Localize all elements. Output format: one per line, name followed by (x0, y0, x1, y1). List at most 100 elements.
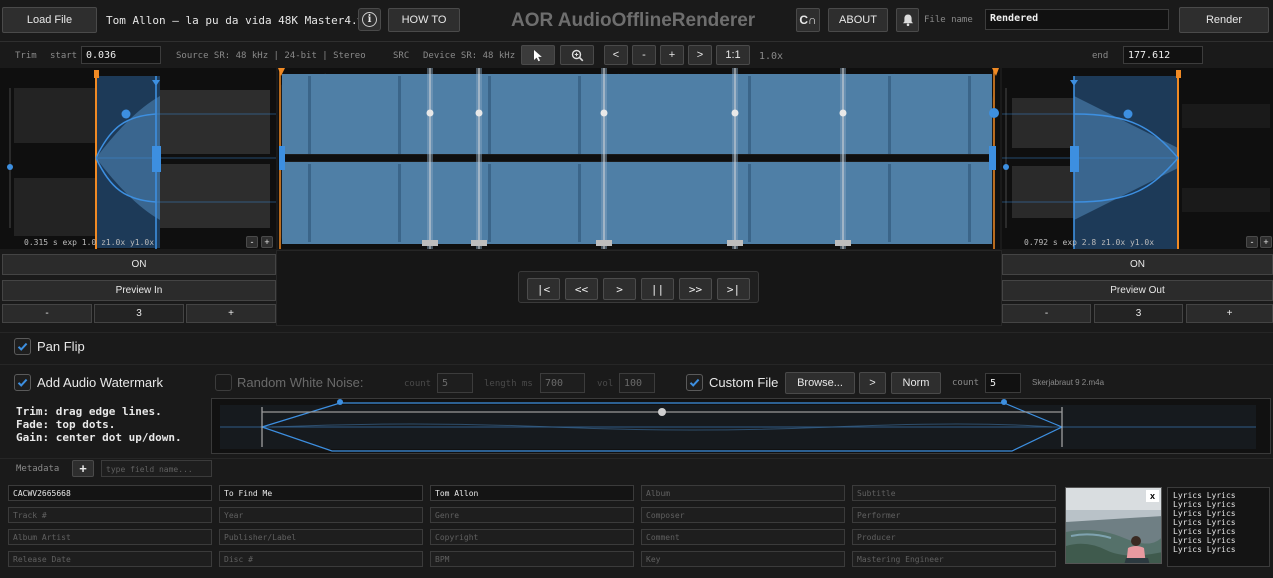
load-file-button[interactable]: Load File (2, 7, 97, 33)
skip-to-start-button[interactable]: |< (527, 278, 560, 300)
fade-out-count: 3 (1094, 304, 1183, 323)
metadata-field[interactable]: Year (219, 507, 423, 523)
fade-out-minus-button[interactable]: - (1246, 236, 1258, 248)
white-noise-checkbox[interactable] (215, 374, 232, 391)
browse-button[interactable]: Browse... (785, 372, 855, 394)
preview-in-button[interactable]: Preview In (2, 280, 276, 301)
pan-flip-checkbox[interactable] (14, 338, 31, 355)
file-title: Tom Allon – la pu da vida 48K Master4.wa… (106, 14, 378, 27)
scroll-left-button[interactable]: < (604, 45, 628, 65)
end-input[interactable]: 177.612 (1123, 46, 1203, 64)
fade-in-increment-button[interactable]: + (186, 304, 276, 323)
metadata-field[interactable]: CACWV2665668 (8, 485, 212, 501)
info-icon: i (362, 12, 377, 27)
render-button[interactable]: Render (1179, 7, 1269, 33)
metadata-field[interactable]: To Find Me (219, 485, 423, 501)
file-name-label: File name (924, 15, 973, 25)
watermark-envelope (220, 399, 1256, 452)
metadata-field[interactable]: Performer (852, 507, 1056, 523)
pause-button[interactable]: || (641, 278, 674, 300)
ratio-reset-button[interactable]: 1:1 (716, 45, 750, 65)
fade-in-count: 3 (94, 304, 184, 323)
play-watermark-button[interactable]: > (859, 372, 886, 394)
noise-vol-label: vol (597, 379, 614, 389)
metadata-field[interactable]: Publisher/Label (219, 529, 423, 545)
watermark-checkbox[interactable] (14, 374, 31, 391)
metadata-field[interactable]: Composer (641, 507, 845, 523)
play-button[interactable]: > (603, 278, 636, 300)
watermark-envelope-editor[interactable] (211, 398, 1271, 454)
custom-count-input[interactable]: 5 (985, 373, 1021, 393)
options-divider (0, 332, 1273, 333)
fade-in-plus-button[interactable]: + (261, 236, 273, 248)
magnifier-icon (571, 49, 583, 61)
fade-out-increment-button[interactable]: + (1186, 304, 1273, 323)
lyrics-line: Lyrics Lyrics (1173, 500, 1236, 509)
scroll-right-button[interactable]: > (688, 45, 712, 65)
metadata-field[interactable]: Copyright (430, 529, 634, 545)
fade-in-editor[interactable]: 0.315 s exp 1.0 z1.0x y1.0x - + (0, 68, 276, 249)
custom-file-checkbox[interactable] (686, 374, 703, 391)
main-waveform (278, 68, 1000, 249)
how-to-button[interactable]: HOW TO (388, 8, 460, 32)
notification-button[interactable] (896, 8, 919, 32)
fast-forward-button[interactable]: >> (679, 278, 712, 300)
metadata-field-name-input[interactable]: type field name... (101, 460, 212, 477)
fade-out-on-toggle[interactable]: ON (1002, 254, 1273, 275)
lyrics-line: Lyrics Lyrics (1173, 518, 1236, 527)
noise-vol-input[interactable]: 100 (619, 373, 655, 393)
metadata-field[interactable]: Album (641, 485, 845, 501)
zoom-tool-button[interactable] (560, 45, 594, 65)
custom-file-label: Custom File (709, 375, 779, 390)
about-button[interactable]: ABOUT (828, 8, 888, 32)
rewind-button[interactable]: << (565, 278, 598, 300)
metadata-field[interactable]: Producer (852, 529, 1056, 545)
metadata-field[interactable]: Genre (430, 507, 634, 523)
fade-out-decrement-button[interactable]: - (1002, 304, 1091, 323)
metadata-field[interactable]: Tom Allon (430, 485, 634, 501)
album-art[interactable]: x (1065, 487, 1162, 564)
preview-out-button[interactable]: Preview Out (1002, 280, 1273, 301)
metadata-divider (0, 458, 1273, 459)
metadata-field[interactable]: Subtitle (852, 485, 1056, 501)
add-metadata-button[interactable]: + (72, 460, 94, 477)
metadata-field[interactable]: Mastering Engineer (852, 551, 1056, 567)
metadata-field[interactable]: BPM (430, 551, 634, 567)
white-noise-label: Random White Noise: (237, 375, 364, 390)
metadata-field[interactable]: Album Artist (8, 529, 212, 545)
metadata-field[interactable]: Release Date (8, 551, 212, 567)
fade-in-minus-button[interactable]: - (246, 236, 258, 248)
main-waveform-editor[interactable] (278, 68, 1000, 249)
pointer-tool-button[interactable] (521, 45, 555, 65)
custom-count-label: count (952, 378, 980, 388)
source-sr-info: Source SR: 48 kHz | 24-bit | Stereo (176, 51, 366, 61)
file-name-input[interactable]: Rendered (985, 9, 1169, 30)
info-button[interactable]: i (358, 8, 381, 31)
metadata-field[interactable]: Comment (641, 529, 845, 545)
fade-out-plus-button[interactable]: + (1260, 236, 1272, 248)
metadata-field[interactable]: Key (641, 551, 845, 567)
skip-to-end-button[interactable]: >| (717, 278, 750, 300)
lyrics-field[interactable]: Lyrics Lyrics Lyrics Lyrics Lyrics Lyrics L… (1167, 487, 1270, 567)
noise-length-input[interactable]: 700 (540, 373, 585, 393)
zoom-in-button[interactable]: + (660, 45, 684, 65)
metadata-field[interactable]: Disc # (219, 551, 423, 567)
help-trim: Trim: drag edge lines. (16, 405, 162, 418)
fade-out-editor[interactable]: 0.792 s exp 2.8 z1.0x y1.0x - + (1002, 68, 1273, 249)
zoom-out-button[interactable]: - (632, 45, 656, 65)
fade-out-waveform (1002, 68, 1273, 249)
lyrics-line: Lyrics Lyrics (1173, 545, 1236, 554)
fade-in-on-toggle[interactable]: ON (2, 254, 276, 275)
help-fade: Fade: top dots. (16, 418, 116, 431)
start-input[interactable]: 0.036 (81, 46, 161, 64)
noise-count-label: count (404, 379, 432, 389)
check-icon (17, 342, 28, 351)
fade-in-decrement-button[interactable]: - (2, 304, 92, 323)
metadata-field[interactable]: Track # (8, 507, 212, 523)
cc-button[interactable]: C∩ (796, 8, 820, 32)
noise-count-input[interactable]: 5 (437, 373, 473, 393)
fade-in-info: 0.315 s exp 1.0 z1.0x y1.0x (24, 238, 155, 247)
remove-art-button[interactable]: x (1146, 490, 1159, 502)
normalize-button[interactable]: Norm (891, 372, 941, 394)
check-icon (17, 378, 28, 387)
